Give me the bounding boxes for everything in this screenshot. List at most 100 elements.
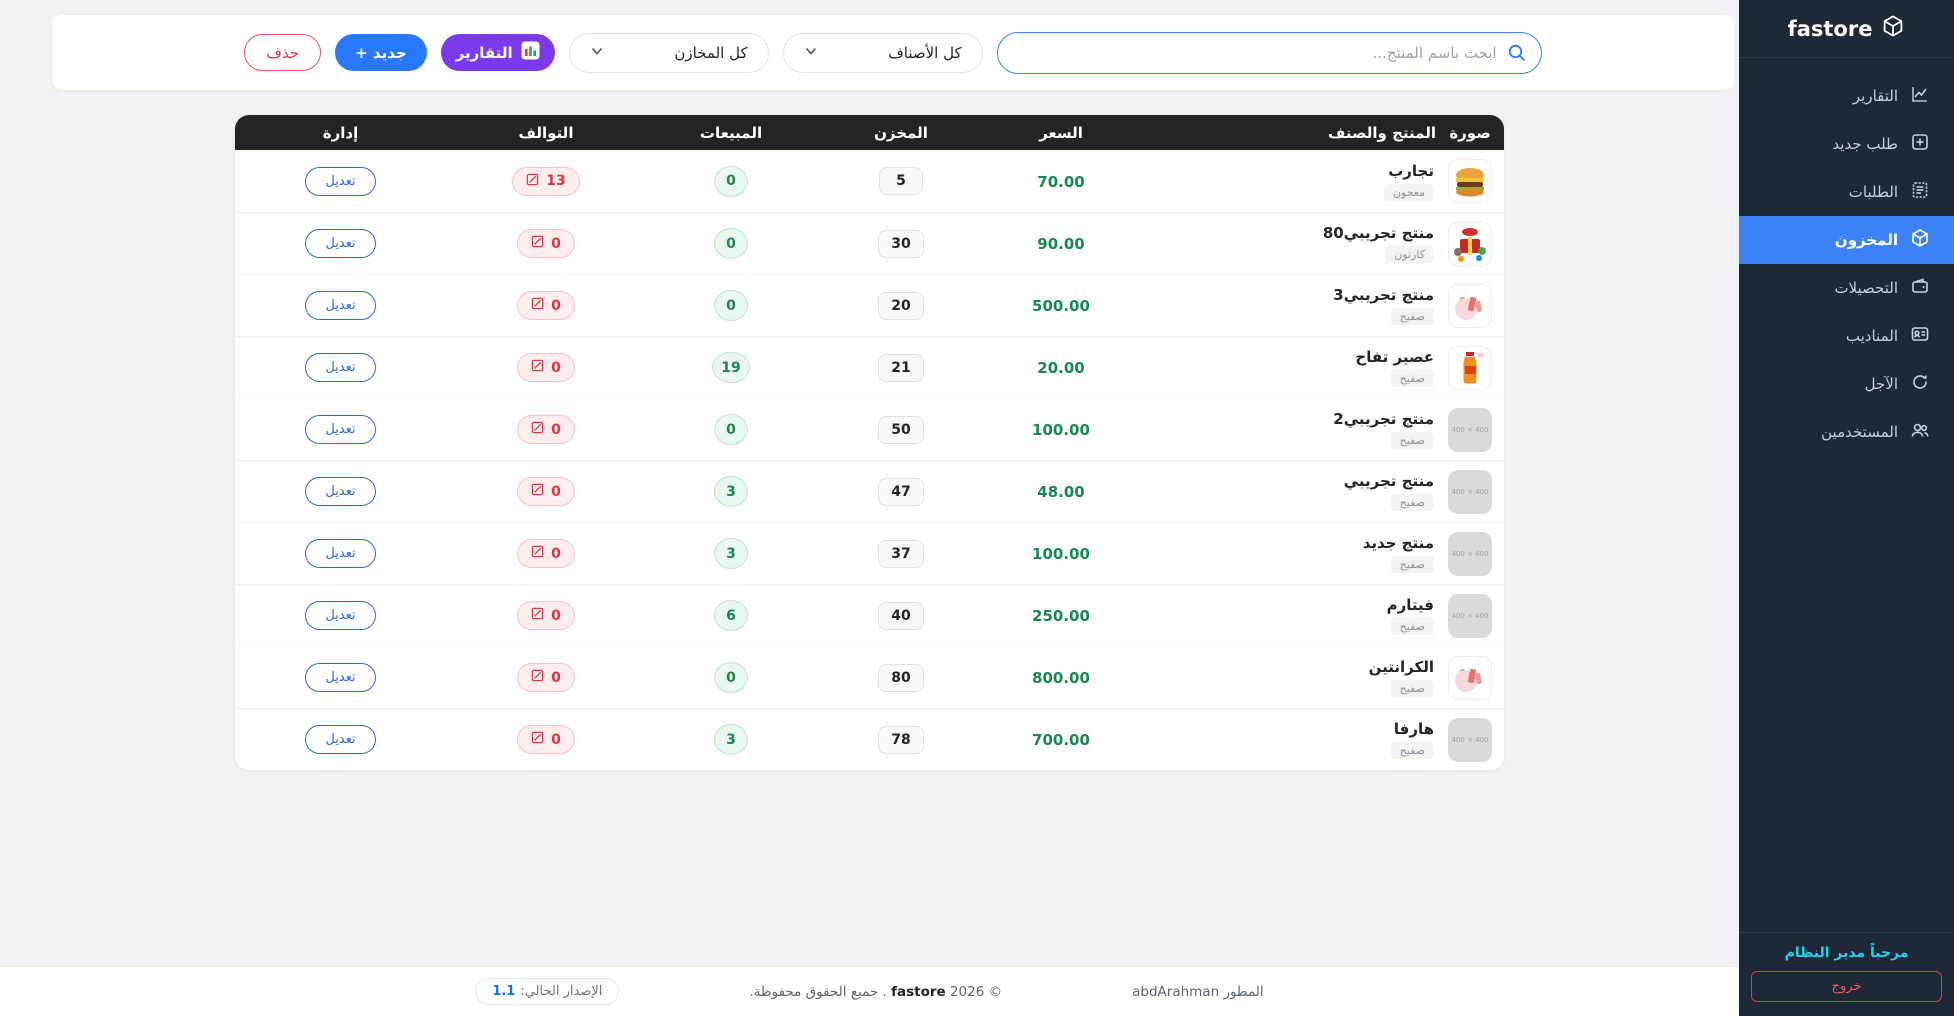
product-name: منتج تجريبي2: [1333, 410, 1434, 428]
edit-button[interactable]: تعديل: [305, 663, 375, 692]
version-value: 1.1: [492, 984, 515, 999]
toolbar: كل الأصناف كل المخازن التقارير جديد + حذ…: [52, 15, 1734, 90]
price-value: 500.00: [1032, 297, 1090, 315]
bar-chart-icon: [521, 41, 540, 64]
sidebar-item-label: التحصيلات: [1834, 279, 1898, 297]
edit-button[interactable]: تعديل: [305, 291, 375, 320]
users-icon: [1910, 420, 1930, 444]
edit-pencil-icon: [531, 359, 544, 376]
damaged-badge[interactable]: 0: [517, 539, 575, 568]
damaged-count: 0: [551, 360, 561, 376]
product-image-placeholder: 400 × 400: [1448, 718, 1492, 762]
copyright-text: © 2026 fastore . جميع الحقوق محفوظة.: [749, 984, 1002, 1000]
damaged-badge[interactable]: 0: [517, 229, 575, 258]
sidebar-item-users[interactable]: المستخدمين: [1739, 408, 1954, 456]
product-image-placeholder: 400 × 400: [1448, 470, 1492, 514]
category-filter-value: كل الأصناف: [888, 44, 961, 62]
sidebar-item-label: الآجل: [1865, 375, 1898, 393]
edit-button[interactable]: تعديل: [305, 539, 375, 568]
damaged-count: 0: [551, 670, 561, 686]
warehouse-filter-value: كل المخازن: [674, 44, 747, 62]
stock-badge: 20: [878, 292, 923, 320]
header-manage: إدارة: [235, 124, 446, 142]
orders-list-icon: [1910, 180, 1930, 204]
stock-badge: 37: [878, 540, 923, 568]
header-damaged: التوالف: [446, 124, 646, 142]
damaged-badge[interactable]: 0: [517, 663, 575, 692]
search-input[interactable]: [997, 32, 1542, 74]
edit-button[interactable]: تعديل: [305, 477, 375, 506]
warehouse-filter-select[interactable]: كل المخازن: [569, 33, 769, 73]
sales-badge: 0: [714, 662, 748, 693]
damaged-count: 13: [546, 173, 565, 189]
stock-badge: 78: [878, 726, 923, 754]
new-button[interactable]: جديد +: [335, 34, 427, 71]
delete-button[interactable]: حذف: [244, 34, 321, 71]
category-filter-select[interactable]: كل الأصناف: [783, 33, 983, 73]
damaged-badge[interactable]: 0: [517, 477, 575, 506]
price-value: 800.00: [1032, 669, 1090, 687]
sidebar-item-label: التقارير: [1853, 87, 1898, 105]
product-name: الكرانتين: [1369, 658, 1434, 676]
damaged-badge[interactable]: 0: [517, 291, 575, 320]
table-row: منتج تجريبي80 كارتون 90.00 30 0 0 تعديل: [235, 212, 1504, 274]
sales-badge: 0: [714, 228, 748, 259]
sidebar-item-collections[interactable]: التحصيلات: [1739, 264, 1954, 312]
table-body: تجارب معجون 70.00 5 0 13 تعديل منتج: [235, 150, 1504, 770]
damaged-count: 0: [551, 298, 561, 314]
category-badge: صفيح: [1391, 742, 1434, 759]
developer-credit: المطور abdArahman: [1132, 984, 1264, 1000]
table-row: الكرانتين صفيح 800.00 80 0 0 تعديل: [235, 646, 1504, 708]
table-row: 400 × 400 منتج جديد صفيح 100.00 37 3 0 ت…: [235, 522, 1504, 584]
damaged-badge[interactable]: 0: [517, 601, 575, 630]
sidebar-item-new-order[interactable]: طلب جديد: [1739, 120, 1954, 168]
sales-badge: 19: [712, 352, 749, 383]
edit-button[interactable]: تعديل: [305, 353, 375, 382]
product-name: تجارب: [1388, 162, 1434, 180]
product-image: [1448, 222, 1492, 266]
reports-button[interactable]: التقارير: [441, 34, 555, 71]
edit-button[interactable]: تعديل: [305, 229, 375, 258]
damaged-badge[interactable]: 13: [512, 167, 579, 196]
damaged-badge[interactable]: 0: [517, 415, 575, 444]
edit-button[interactable]: تعديل: [305, 725, 375, 754]
sales-badge: 0: [714, 166, 748, 197]
damaged-badge[interactable]: 0: [517, 353, 575, 382]
page-footer: المطور abdArahman © 2026 fastore . جميع …: [0, 966, 1739, 1016]
sidebar-item-label: المخزون: [1835, 231, 1898, 249]
main-content: كل الأصناف كل المخازن التقارير جديد + حذ…: [0, 0, 1739, 1016]
sidebar-item-reps[interactable]: المناديب: [1739, 312, 1954, 360]
damaged-count: 0: [551, 608, 561, 624]
product-name: هارفا: [1394, 720, 1434, 738]
refresh-icon: [1910, 372, 1930, 396]
product-name: منتج جديد: [1363, 534, 1434, 552]
sidebar-item-label: المناديب: [1846, 327, 1898, 345]
chevron-down-icon: [590, 44, 604, 62]
copyright-brand: fastore: [891, 984, 946, 1000]
edit-pencil-icon: [531, 731, 544, 748]
product-name: فيتارم: [1387, 596, 1434, 614]
product-name: منتج تجريبي3: [1333, 286, 1434, 304]
edit-button[interactable]: تعديل: [305, 167, 375, 196]
sidebar-item-deferred[interactable]: الآجل: [1739, 360, 1954, 408]
table-row: 400 × 400 فيتارم صفيح 250.00 40 6 0 تعدي…: [235, 584, 1504, 646]
logout-button[interactable]: خروج: [1751, 971, 1942, 1002]
sidebar-item-reports[interactable]: التقارير: [1739, 72, 1954, 120]
price-value: 100.00: [1032, 421, 1090, 439]
sales-badge: 3: [714, 476, 748, 507]
box-icon: [1910, 228, 1930, 252]
stock-badge: 80: [878, 664, 923, 692]
damaged-badge[interactable]: 0: [517, 725, 575, 754]
category-badge: صفيح: [1391, 618, 1434, 635]
edit-button[interactable]: تعديل: [305, 601, 375, 630]
sales-badge: 6: [714, 600, 748, 631]
sidebar-item-orders[interactable]: الطلبات: [1739, 168, 1954, 216]
damaged-count: 0: [551, 236, 561, 252]
edit-button[interactable]: تعديل: [305, 415, 375, 444]
edit-pencil-icon: [531, 297, 544, 314]
plus-square-icon: [1910, 132, 1930, 156]
product-name: منتج تجريبي80: [1323, 224, 1434, 242]
damaged-count: 0: [551, 546, 561, 562]
sidebar-item-inventory[interactable]: المخزون: [1739, 216, 1954, 264]
table-row: عصير تفاح صفيح 20.00 21 19 0 تعديل: [235, 336, 1504, 398]
